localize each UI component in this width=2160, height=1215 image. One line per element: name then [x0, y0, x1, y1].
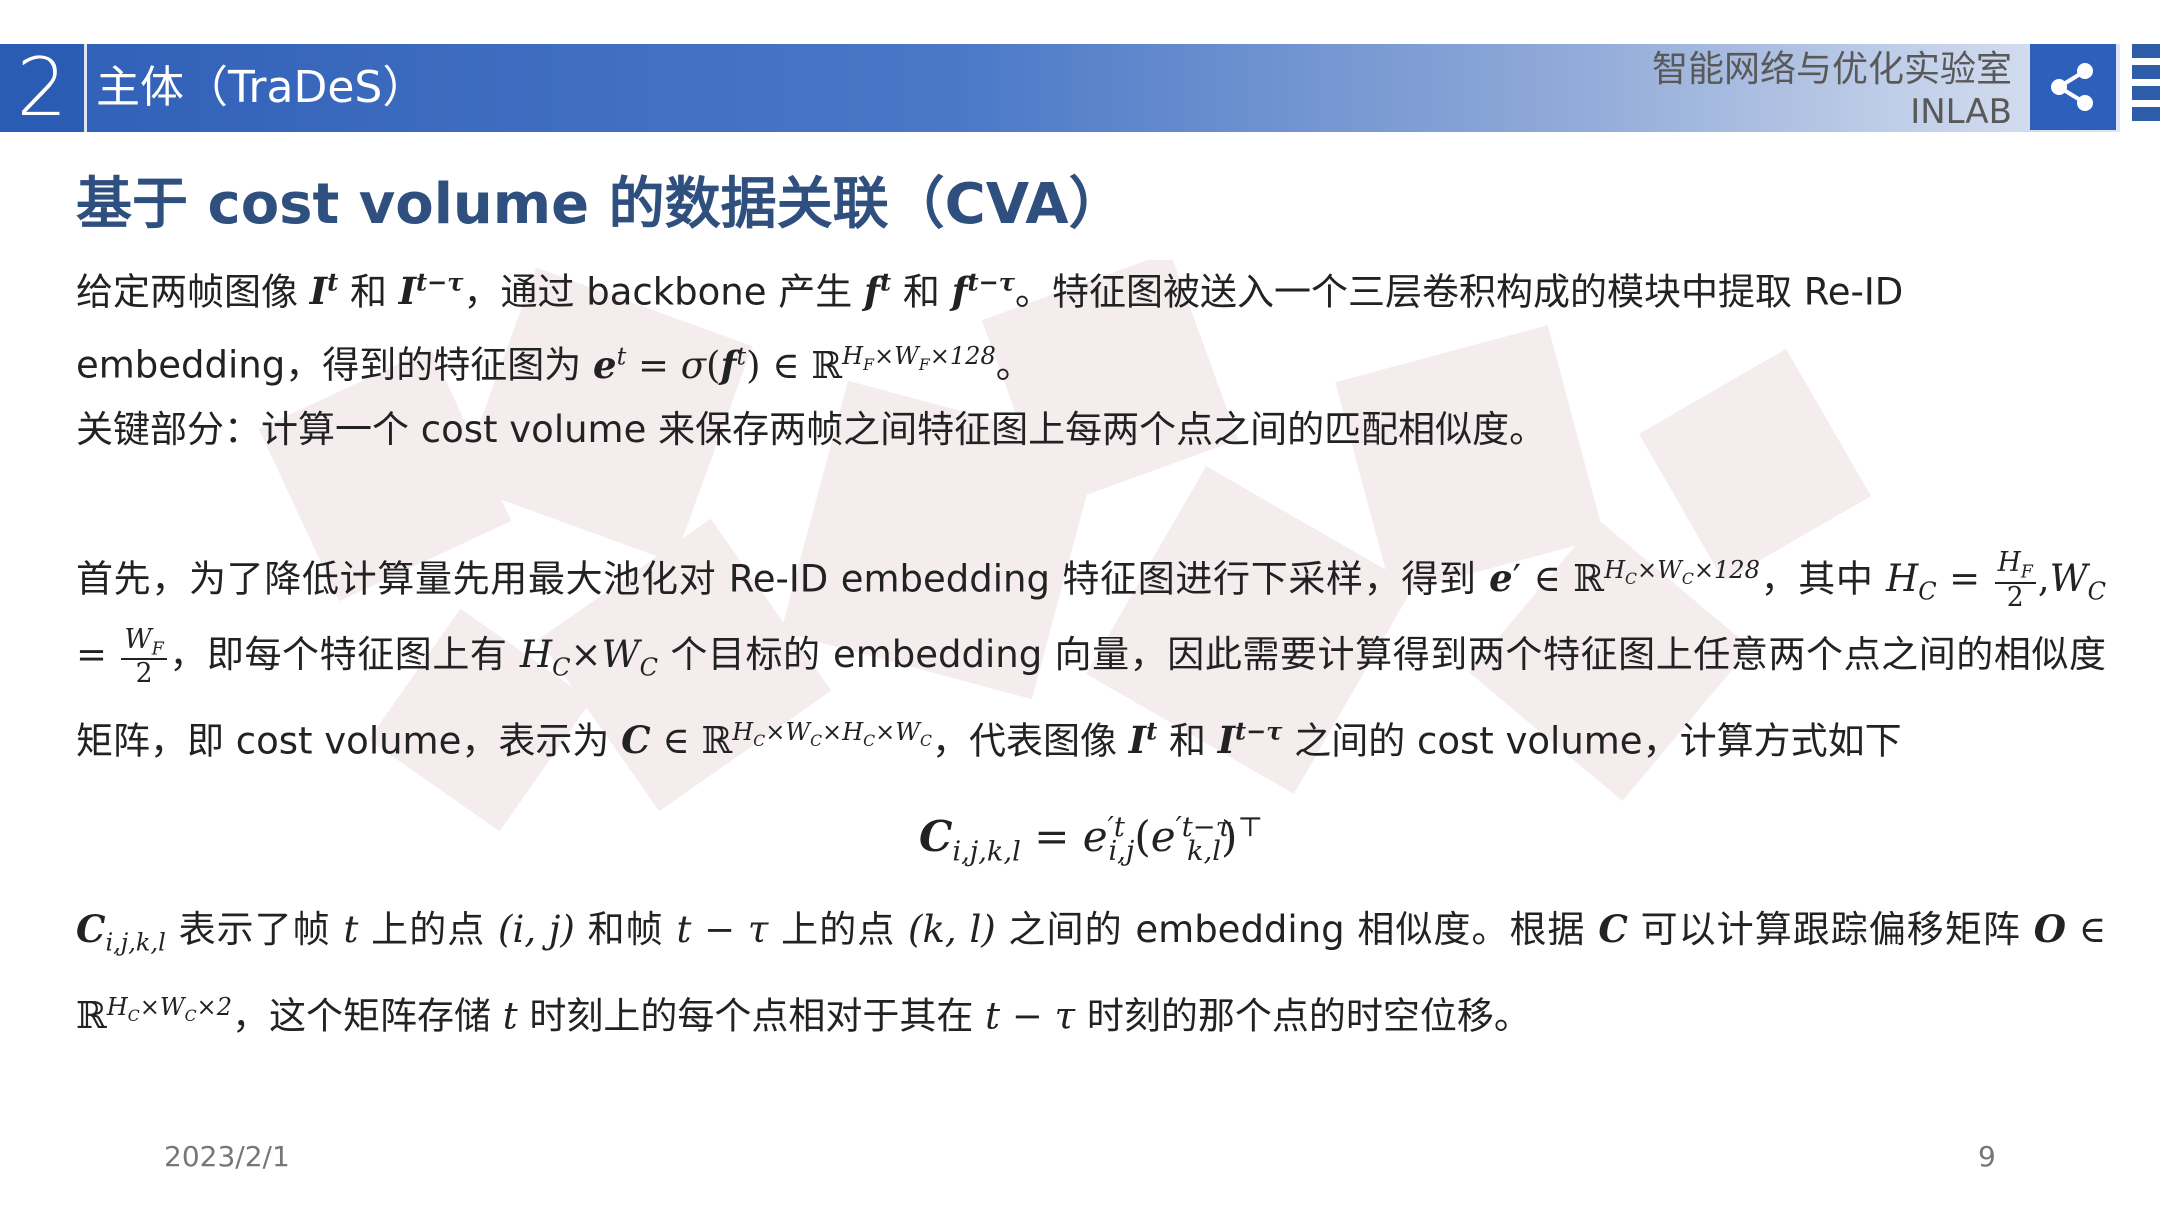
text: 表示了帧: [178, 908, 331, 952]
text: ，即每个特征图上有: [168, 633, 508, 677]
math: HC×WC: [519, 633, 658, 682]
section-number: 2: [0, 44, 87, 132]
text: 上的点: [371, 908, 486, 952]
math: et = σ(ft) ∈ ℝHF×WF×128: [593, 342, 996, 387]
math: (k, l): [908, 908, 996, 952]
math: C ∈ ℝHC×WC×HC×WC: [621, 717, 932, 763]
cost-volume-equation: Ci,j,k,l = e′ti,j(e′t−τk,l)⊤: [918, 812, 1264, 868]
paragraph-offset: Ci,j,k,l 表示了帧 t 上的点 (i, j) 和帧 t − τ 上的点 …: [76, 897, 2106, 1048]
text: 之间的 embedding 相似度。根据: [1008, 908, 1586, 952]
footer-date: 2023/2/1: [164, 1140, 290, 1173]
share-icon: [2051, 63, 2093, 111]
lab-branding: 智能网络与优化实验室 INLAB: [1652, 48, 2012, 132]
math: C: [1598, 907, 1628, 952]
section-title: 主体（TraDeS）: [96, 62, 427, 113]
text: ，通过 backbone 产生: [463, 270, 853, 314]
math: t: [502, 994, 518, 1038]
math: Ci,j,k,l: [76, 907, 166, 957]
text: 给定两帧图像: [76, 270, 298, 314]
text: 。: [995, 343, 1033, 387]
math: t − τ: [985, 994, 1076, 1038]
math: It: [309, 268, 339, 314]
text: 首先，为了降低计算量先用最大池化对 Re-ID embedding 特征图进行下…: [76, 556, 1477, 600]
text: ，代表图像: [931, 719, 1117, 763]
slide-content: 基于 cost volume 的数据关联（CVA） 给定两帧图像 It 和 It…: [76, 165, 2106, 1048]
math: ft: [864, 268, 892, 314]
lab-name-en: INLAB: [1910, 92, 2012, 132]
lab-name-cn: 智能网络与优化实验室: [1651, 49, 2012, 90]
text: 时刻的那个点的时空位移。: [1086, 994, 1531, 1038]
math: e′ ∈ ℝHC×WC×128: [1489, 555, 1760, 600]
math: It−τ: [1217, 716, 1283, 763]
text: 上的点: [781, 908, 896, 952]
text: 之间的 cost volume，计算方式如下: [1294, 719, 1902, 763]
math: (i, j): [498, 908, 575, 952]
paragraph-backbone: 给定两帧图像 It 和 It−τ，通过 backbone 产生 ft 和 ft−…: [76, 251, 2106, 398]
edge-decoration: [2132, 44, 2160, 132]
paragraph-cost-volume: 首先，为了降低计算量先用最大池化对 Re-ID embedding 特征图进行下…: [76, 538, 2106, 773]
page-number: 9: [1978, 1140, 1996, 1173]
text: ，其中: [1759, 556, 1874, 600]
text: 可以计算跟踪偏移矩阵: [1640, 908, 2021, 952]
slide-subtitle: 基于 cost volume 的数据关联（CVA）: [76, 172, 1125, 237]
math: ft−τ: [951, 268, 1015, 314]
math: It: [1128, 716, 1158, 763]
math: t: [343, 908, 359, 952]
text: 和: [902, 270, 940, 314]
text: 时刻上的每个点相对于其在: [529, 994, 974, 1038]
text: 和帧: [587, 908, 664, 952]
text: 和: [349, 270, 387, 314]
math: t − τ: [676, 908, 769, 952]
math: It−τ: [398, 268, 464, 314]
paragraph-key-part: 关键部分：计算一个 cost volume 来保存两帧之间特征图上每两个点之间的…: [76, 407, 1547, 451]
share-button[interactable]: [2030, 44, 2116, 130]
text: 和: [1168, 719, 1206, 763]
text: ，这个矩阵存储: [232, 994, 491, 1038]
